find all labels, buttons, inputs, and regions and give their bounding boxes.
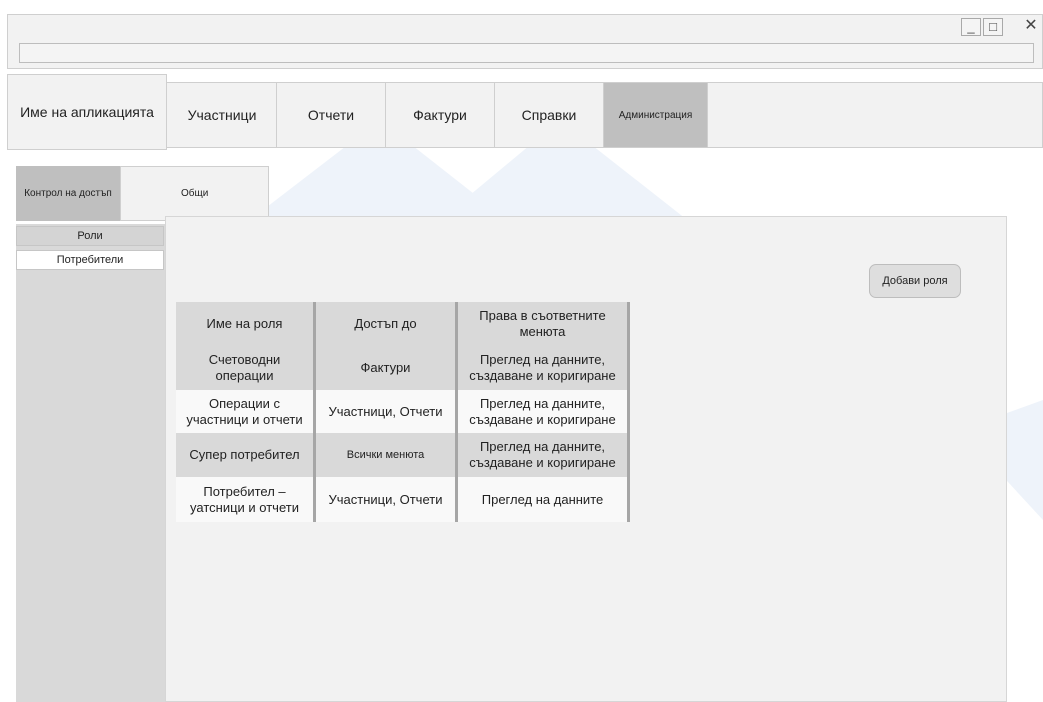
table-cell: Участници, Отчети — [316, 477, 458, 522]
table-cell: Преглед на данните, създаване и коригира… — [458, 433, 630, 477]
table-cell: Участници, Отчети — [316, 390, 458, 433]
subtab-access-control[interactable]: Контрол на достъп — [16, 166, 120, 221]
table-cell: Всички менюта — [316, 433, 458, 477]
add-role-button[interactable]: Добави роля — [869, 264, 961, 298]
table-header: Права в съответните менюта — [458, 302, 630, 346]
subtab-general[interactable]: Общи — [120, 166, 269, 221]
menu-item-references[interactable]: Справки — [495, 83, 604, 147]
minimize-button[interactable]: _ — [961, 18, 981, 36]
minimize-icon: _ — [967, 19, 975, 34]
table-cell[interactable]: Счетоводни операции — [176, 346, 316, 390]
sidebar-item-roles[interactable]: Роли — [16, 226, 164, 246]
sidebar-item-users[interactable]: Потребители — [16, 250, 164, 270]
table-cell[interactable]: Супер потребител — [176, 433, 316, 477]
table-cell: Фактури — [316, 346, 458, 390]
table-cell[interactable]: Операции с участници и отчети — [176, 390, 316, 433]
table-cell: Преглед на данните — [458, 477, 630, 522]
close-button[interactable]: ✕ — [1021, 18, 1041, 36]
table-cell[interactable]: Потребител – уатсници и отчети — [176, 477, 316, 522]
table-cell: Преглед на данните, създаване и коригира… — [458, 390, 630, 433]
close-icon: ✕ — [1024, 17, 1038, 34]
maximize-button[interactable]: □ — [983, 18, 1003, 36]
menu-item-participants[interactable]: Участници — [168, 83, 277, 147]
app-name: Име на апликацията — [7, 74, 167, 150]
menu-item-reports[interactable]: Отчети — [277, 83, 386, 147]
table-cell: Преглед на данните, създаване и коригира… — [458, 346, 630, 390]
address-bar[interactable] — [19, 43, 1034, 63]
menu-item-administration[interactable]: Администрация — [604, 83, 708, 147]
sidebar — [16, 224, 165, 702]
roles-table: Име на роля Достъп до Права в съответнит… — [176, 302, 630, 522]
table-header: Достъп до — [316, 302, 458, 346]
table-header: Име на роля — [176, 302, 316, 346]
maximize-icon: □ — [989, 19, 997, 34]
menu-item-invoices[interactable]: Фактури — [386, 83, 495, 147]
